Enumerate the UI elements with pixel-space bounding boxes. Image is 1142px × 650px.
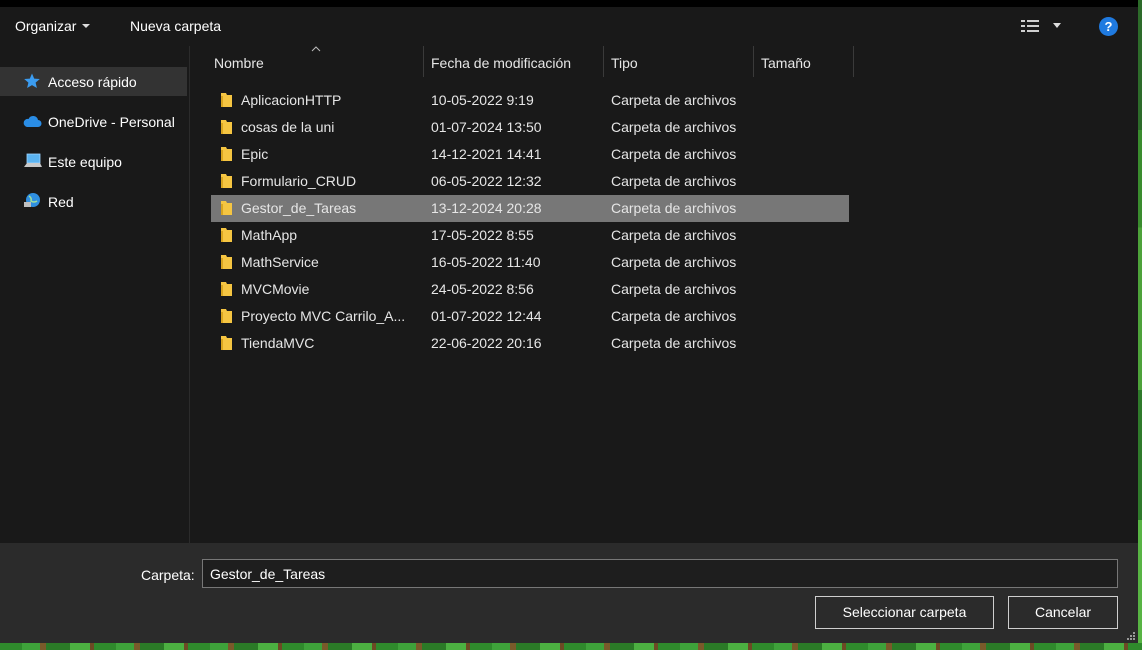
toolbar: Organizar Nueva carpeta ?: [0, 7, 1138, 46]
folder-icon: [221, 282, 232, 296]
sidebar-item-label: OneDrive - Personal: [48, 114, 175, 130]
chevron-down-icon: [82, 24, 91, 28]
sidebar-item-quick-access[interactable]: Acceso rápido: [0, 67, 187, 96]
file-type: Carpeta de archivos: [611, 119, 737, 135]
list-item[interactable]: Proyecto MVC Carrilo_A... 01-07-2022 12:…: [211, 303, 849, 330]
organize-button[interactable]: Organizar: [15, 18, 91, 34]
file-date: 01-07-2022 12:44: [431, 308, 542, 324]
organize-label: Organizar: [15, 18, 77, 34]
file-date: 13-12-2024 20:28: [431, 200, 542, 216]
sidebar-item-network[interactable]: Red: [0, 187, 187, 216]
resize-grip-icon[interactable]: [1126, 631, 1136, 641]
folder-picker-dialog: Organizar Nueva carpeta ? Acceso rápido …: [0, 0, 1138, 643]
list-item[interactable]: TiendaMVC 22-06-2022 20:16 Carpeta de ar…: [211, 330, 849, 357]
file-date: 17-05-2022 8:55: [431, 227, 534, 243]
computer-icon: [24, 153, 42, 167]
select-folder-button[interactable]: Seleccionar carpeta: [815, 596, 994, 629]
help-button[interactable]: ?: [1099, 17, 1118, 36]
desktop-background-right: [1138, 0, 1142, 650]
list-item[interactable]: cosas de la uni 01-07-2024 13:50 Carpeta…: [211, 114, 849, 141]
network-icon: [24, 193, 40, 207]
file-name: MathService: [241, 254, 319, 270]
change-view-button[interactable]: [1021, 19, 1065, 35]
file-type: Carpeta de archivos: [611, 281, 737, 297]
file-type: Carpeta de archivos: [611, 335, 737, 351]
list-item[interactable]: AplicacionHTTP 10-05-2022 9:19 Carpeta d…: [211, 87, 849, 114]
file-date: 01-07-2024 13:50: [431, 119, 542, 135]
column-header-label: Fecha de modificación: [431, 55, 572, 71]
folder-icon: [221, 228, 232, 242]
file-type: Carpeta de archivos: [611, 173, 737, 189]
file-name: Gestor_de_Tareas: [241, 200, 357, 216]
sidebar-item-onedrive[interactable]: OneDrive - Personal: [0, 107, 187, 136]
title-bar-strip: [0, 0, 1138, 7]
column-header-type[interactable]: Tipo: [603, 46, 754, 77]
file-date: 24-05-2022 8:56: [431, 281, 534, 297]
chevron-down-icon: [1053, 23, 1061, 28]
file-name: cosas de la uni: [241, 119, 335, 135]
sidebar-item-this-pc[interactable]: Este equipo: [0, 147, 187, 176]
list-item-selected[interactable]: Gestor_de_Tareas 13-12-2024 20:28 Carpet…: [211, 195, 849, 222]
list-item[interactable]: MVCMovie 24-05-2022 8:56 Carpeta de arch…: [211, 276, 849, 303]
list-item[interactable]: Formulario_CRUD 06-05-2022 12:32 Carpeta…: [211, 168, 849, 195]
details-view-icon: [1021, 19, 1039, 33]
file-type: Carpeta de archivos: [611, 200, 737, 216]
file-name: Formulario_CRUD: [241, 173, 357, 189]
cancel-button[interactable]: Cancelar: [1008, 596, 1118, 629]
column-header-label: Tipo: [611, 55, 638, 71]
folder-field-label: Carpeta:: [141, 567, 195, 583]
column-header-label: Nombre: [214, 55, 264, 71]
folder-icon: [221, 147, 232, 161]
file-date: 22-06-2022 20:16: [431, 335, 542, 351]
list-item[interactable]: MathService 16-05-2022 11:40 Carpeta de …: [211, 249, 849, 276]
file-name: AplicacionHTTP: [241, 92, 342, 108]
column-header-label: Tamaño: [761, 55, 811, 71]
file-date: 10-05-2022 9:19: [431, 92, 534, 108]
star-icon: [24, 73, 40, 88]
column-header-name[interactable]: Nombre: [206, 46, 424, 77]
file-name: MathApp: [241, 227, 298, 243]
folder-icon: [221, 120, 232, 134]
sidebar-item-label: Red: [48, 194, 74, 210]
file-name: MVCMovie: [241, 281, 310, 297]
file-date: 16-05-2022 11:40: [431, 254, 541, 270]
column-header-size[interactable]: Tamaño: [753, 46, 854, 77]
folder-icon: [221, 201, 232, 215]
folder-icon: [221, 93, 232, 107]
cloud-icon: [23, 115, 42, 127]
column-header-date[interactable]: Fecha de modificación: [423, 46, 604, 77]
file-name: Epic: [241, 146, 269, 162]
file-list-pane: Nombre Fecha de modificación Tipo Tamaño…: [191, 46, 1138, 543]
sidebar-item-label: Acceso rápido: [48, 74, 137, 90]
file-name: Proyecto MVC Carrilo_A...: [241, 308, 406, 324]
folder-icon: [221, 174, 232, 188]
folder-name-input[interactable]: [202, 559, 1118, 588]
folder-icon: [221, 309, 232, 323]
list-item[interactable]: MathApp 17-05-2022 8:55 Carpeta de archi…: [211, 222, 849, 249]
file-type: Carpeta de archivos: [611, 308, 737, 324]
file-type: Carpeta de archivos: [611, 254, 737, 270]
folder-icon: [221, 336, 232, 350]
file-name: TiendaMVC: [241, 335, 315, 351]
file-type: Carpeta de archivos: [611, 146, 737, 162]
sidebar-item-label: Este equipo: [48, 154, 122, 170]
desktop-background-bottom: [0, 643, 1142, 650]
list-item[interactable]: Epic 14-12-2021 14:41 Carpeta de archivo…: [211, 141, 849, 168]
folder-icon: [221, 255, 232, 269]
file-date: 14-12-2021 14:41: [431, 146, 542, 162]
file-date: 06-05-2022 12:32: [431, 173, 542, 189]
file-type: Carpeta de archivos: [611, 227, 737, 243]
dialog-footer: Carpeta: Seleccionar carpeta Cancelar: [0, 543, 1138, 643]
file-type: Carpeta de archivos: [611, 92, 737, 108]
navigation-pane: Acceso rápido OneDrive - Personal Este e…: [0, 46, 190, 543]
new-folder-button[interactable]: Nueva carpeta: [130, 18, 221, 34]
